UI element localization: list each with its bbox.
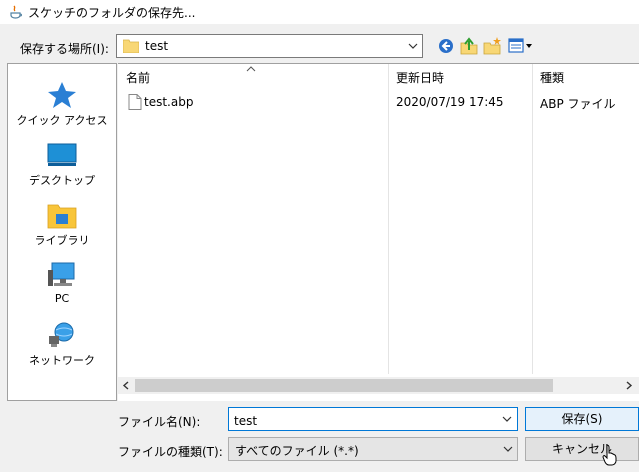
look-in-combo[interactable]: test [116, 34, 423, 58]
sort-up-icon [246, 66, 256, 72]
network-icon [49, 322, 74, 347]
place-label: ライブラリ [34, 234, 90, 247]
place-label: PC [54, 292, 70, 305]
view-menu-icon[interactable] [507, 36, 535, 56]
horizontal-scrollbar[interactable] [118, 377, 639, 394]
up-folder-icon[interactable] [459, 36, 479, 56]
cancel-button[interactable]: キャンセル [525, 437, 639, 461]
file-name-label: ファイル名(N): [118, 415, 201, 429]
file-list[interactable]: 名前 更新日時 種類 test.abp 2020/07/19 17:45 ABP… [118, 63, 639, 401]
chevron-down-icon [408, 43, 418, 49]
file-name-cell[interactable]: test.abp [144, 95, 193, 109]
place-label: ネットワーク [29, 354, 95, 367]
place-desktop[interactable]: デスクトップ [8, 136, 116, 194]
file-type-value: すべてのファイル (*.*) [235, 444, 359, 458]
scroll-right-icon[interactable] [622, 379, 635, 392]
chevron-down-icon[interactable] [502, 414, 512, 424]
place-pc[interactable]: PC [8, 256, 116, 314]
pc-icon [48, 262, 75, 286]
back-icon[interactable] [436, 36, 456, 56]
window-title: スケッチのフォルダの保存先... [28, 6, 196, 20]
file-date-cell: 2020/07/19 17:45 [396, 95, 504, 109]
place-library[interactable]: ライブラリ [8, 196, 116, 254]
java-app-icon [10, 5, 23, 19]
place-quick-access[interactable]: クイック アクセス [8, 76, 116, 134]
column-divider [532, 64, 533, 374]
hand-cursor-icon [602, 444, 617, 466]
chevron-down-icon [503, 446, 513, 452]
file-name-input[interactable] [228, 407, 518, 431]
file-type-cell: ABP ファイル [540, 97, 616, 111]
place-network[interactable]: ネットワーク [8, 316, 116, 374]
look-in-label: 保存する場所(I): [20, 42, 109, 56]
place-label: デスクトップ [29, 174, 95, 187]
title-bar: スケッチのフォルダの保存先... [0, 0, 639, 24]
column-divider [388, 64, 389, 374]
save-button[interactable]: 保存(S) [525, 407, 639, 431]
scroll-left-icon[interactable] [120, 379, 133, 392]
new-folder-icon[interactable] [482, 36, 502, 56]
scrollbar-thumb[interactable] [135, 379, 553, 392]
column-header-type[interactable]: 種類 [540, 69, 564, 86]
file-icon [128, 94, 142, 110]
file-type-label: ファイルの種類(T): [118, 445, 223, 459]
places-sidebar: クイック アクセス デスクトップ ライブラリ PC ネットワーク [7, 63, 117, 401]
look-in-value: test [145, 39, 169, 53]
file-type-combo[interactable]: すべてのファイル (*.*) [228, 437, 518, 461]
column-header-name[interactable]: 名前 [126, 69, 150, 86]
place-label: クイック アクセス [16, 114, 108, 127]
library-icon [47, 204, 77, 229]
star-icon [48, 82, 76, 108]
desktop-icon [47, 143, 77, 166]
column-header-date[interactable]: 更新日時 [396, 69, 444, 86]
folder-icon [123, 39, 139, 53]
